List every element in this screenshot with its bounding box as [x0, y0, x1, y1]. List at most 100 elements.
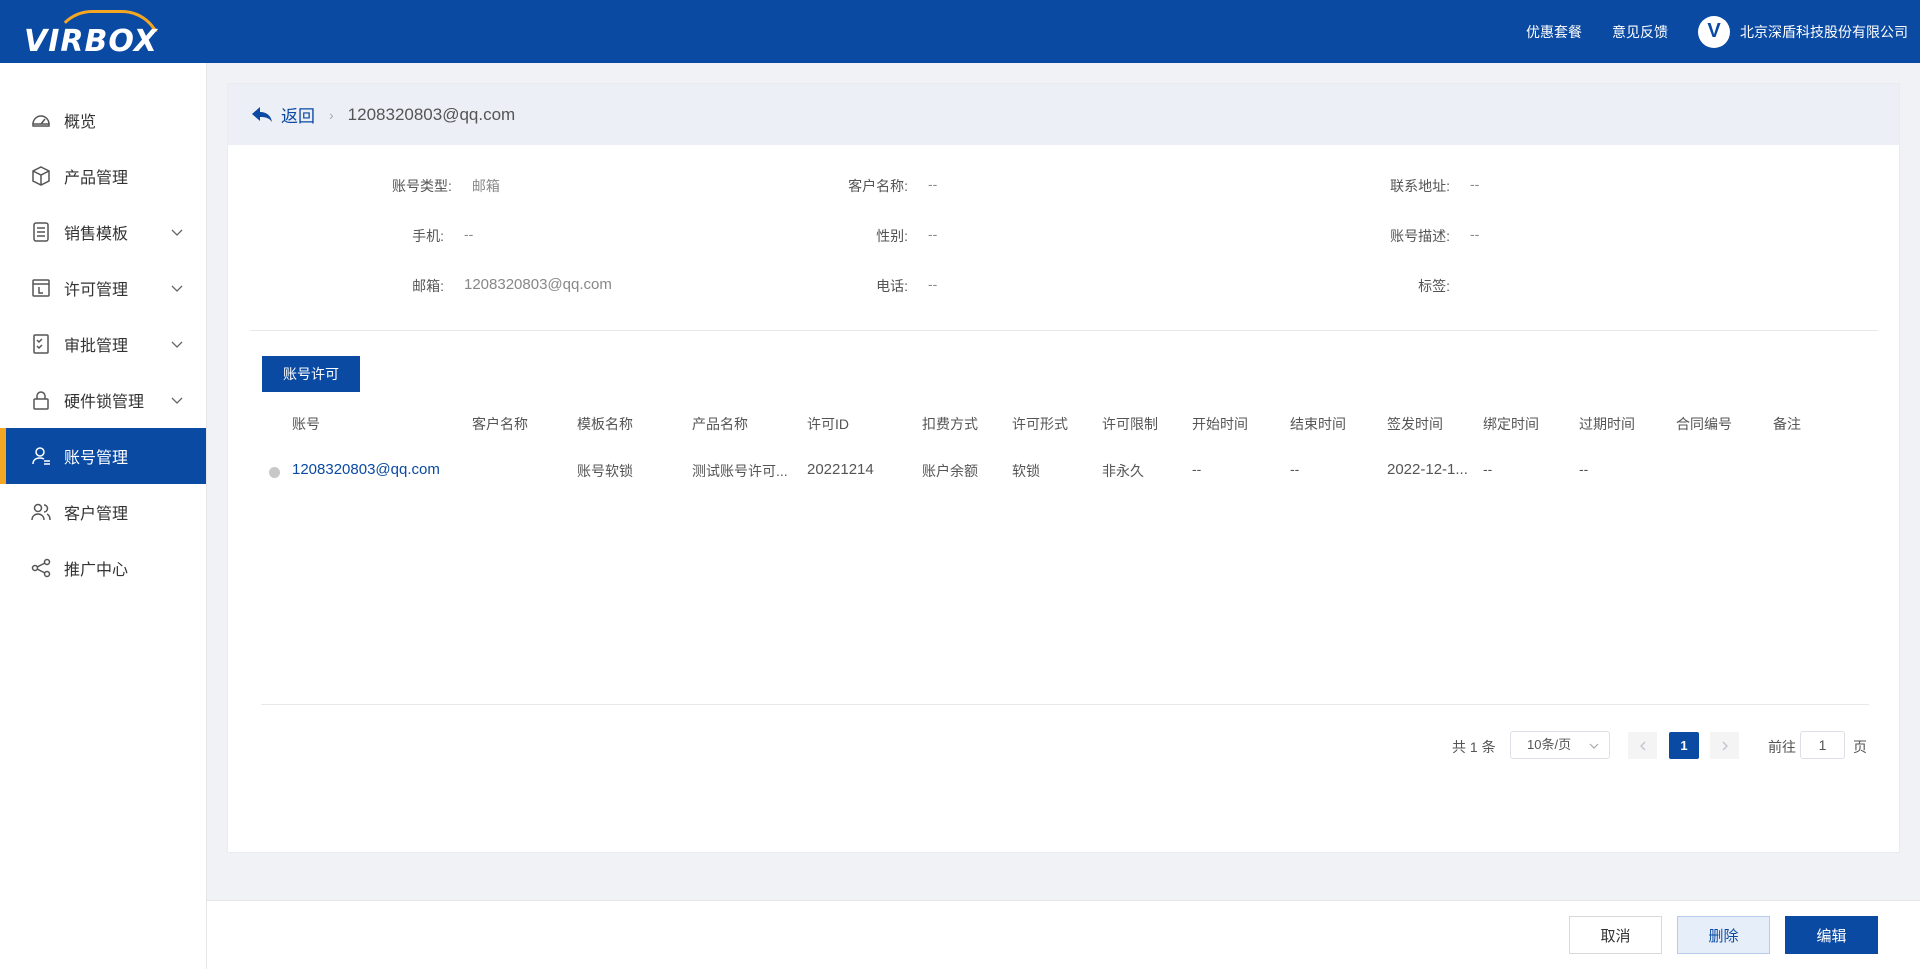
field-label: 账号描述:: [1390, 228, 1450, 244]
total-count: 共 1 条: [1452, 739, 1496, 755]
account-detail-card: 返回 › 1208320803@qq.com 账号类型: 邮箱 客户名称: --…: [227, 83, 1900, 853]
page-size-value: 10条/页: [1527, 737, 1572, 752]
chevron-left-icon: [1639, 741, 1645, 750]
sidebar-item-promotion[interactable]: 推广中心: [0, 540, 206, 596]
table-row[interactable]: 1208320803@qq.com 账号软锁 测试账号许可... 2022121…: [228, 461, 1899, 491]
sidebar-item-products[interactable]: 产品管理: [0, 148, 206, 204]
bottom-action-bar: 取消 删除 编辑: [207, 900, 1920, 969]
field-value: 1208320803@qq.com: [464, 276, 612, 293]
lock-icon: [30, 389, 52, 411]
chevron-down-icon: [171, 229, 183, 236]
template-icon: [30, 221, 52, 243]
sidebar-item-label: 客户管理: [64, 506, 129, 523]
sidebar-item-hardware-locks[interactable]: 硬件锁管理: [0, 372, 206, 428]
next-page-button[interactable]: [1710, 732, 1739, 759]
field-label: 电话:: [876, 278, 908, 294]
cancel-button[interactable]: 取消: [1569, 916, 1662, 954]
table-cell: --: [1192, 461, 1202, 477]
sidebar-item-approvals[interactable]: 审批管理: [0, 316, 206, 372]
table-cell: --: [1290, 461, 1300, 477]
sidebar-item-templates[interactable]: 销售模板: [0, 204, 206, 260]
pagination: 共 1 条 10条/页 1 前往 1 页: [228, 729, 1899, 761]
column-header: 扣费方式: [922, 416, 978, 432]
sidebar-item-label: 许可管理: [64, 282, 129, 299]
breadcrumb-separator: ›: [329, 106, 334, 123]
field-label: 性别:: [876, 228, 908, 244]
mobile-field: 手机: --: [347, 226, 473, 246]
sidebar-item-overview[interactable]: 概览: [0, 92, 206, 148]
account-link[interactable]: 1208320803@qq.com: [292, 461, 440, 478]
field-label: 邮箱:: [412, 278, 444, 294]
table-cell: 账户余额: [922, 463, 978, 479]
page-suffix-label: 页: [1853, 739, 1867, 755]
share-icon: [30, 557, 52, 579]
sidebar-item-label: 推广中心: [64, 562, 129, 579]
page-size-select[interactable]: 10条/页: [1510, 731, 1610, 759]
column-header: 许可ID: [807, 416, 849, 432]
account-info: 账号类型: 邮箱 客户名称: -- 联系地址: -- 手机: -- 性别: --…: [228, 145, 1899, 330]
dashboard-icon: [30, 109, 52, 131]
chevron-down-icon: [171, 341, 183, 348]
table-cell: --: [1579, 461, 1589, 477]
field-value: --: [1470, 226, 1480, 242]
sidebar-item-label: 账号管理: [64, 450, 129, 467]
top-right-nav: 优惠套餐 意见反馈 V 北京深盾科技股份有限公司: [1526, 0, 1908, 63]
sidebar-item-label: 硬件锁管理: [64, 394, 145, 411]
feedback-link[interactable]: 意见反馈: [1612, 22, 1668, 42]
sidebar-item-label: 销售模板: [64, 226, 129, 243]
sidebar-item-accounts[interactable]: 账号管理: [0, 428, 206, 484]
column-header: 模板名称: [577, 416, 633, 432]
sidebar-item-label: 产品管理: [64, 170, 129, 187]
company-name: 北京深盾科技股份有限公司: [1740, 23, 1908, 40]
field-value: --: [1470, 176, 1480, 192]
sidebar-item-label: 审批管理: [64, 338, 129, 355]
field-label: 标签:: [1418, 278, 1450, 294]
breadcrumb: 返回 › 1208320803@qq.com: [228, 84, 1899, 145]
column-header: 备注: [1773, 416, 1801, 432]
table-cell: --: [1483, 461, 1493, 477]
back-arrow-icon: [252, 106, 272, 122]
table-header: 账号 客户名称 模板名称 产品名称 许可ID 扣费方式 许可形式 许可限制 开始…: [228, 414, 1899, 444]
delete-button[interactable]: 删除: [1677, 916, 1770, 954]
company-logo-icon: V: [1698, 15, 1730, 48]
field-value: --: [464, 226, 474, 242]
chevron-down-icon: [1589, 743, 1599, 749]
page-number-button[interactable]: 1: [1669, 732, 1699, 759]
table-footer-divider: [261, 704, 1869, 705]
table-cell: 20221214: [807, 461, 874, 478]
back-label: 返回: [281, 107, 315, 126]
chevron-down-icon: [171, 285, 183, 292]
section-divider: [250, 330, 1878, 331]
edit-button[interactable]: 编辑: [1785, 916, 1878, 954]
top-bar: VIRBOX 优惠套餐 意见反馈 V 北京深盾科技股份有限公司: [0, 0, 1920, 63]
box-icon: [30, 165, 52, 187]
field-value: --: [928, 226, 938, 242]
packages-link[interactable]: 优惠套餐: [1526, 22, 1582, 42]
tab-account-licenses[interactable]: 账号许可: [262, 356, 360, 392]
goto-page-input[interactable]: 1: [1800, 731, 1845, 759]
field-label: 联系地址:: [1390, 178, 1450, 194]
back-button[interactable]: 返回: [251, 102, 315, 127]
sidebar-item-licenses[interactable]: 许可管理: [0, 260, 206, 316]
field-value: --: [928, 276, 938, 292]
tags-field: 标签:: [1353, 276, 1470, 296]
breadcrumb-current: 1208320803@qq.com: [347, 104, 516, 124]
chevron-right-icon: [1722, 741, 1728, 750]
column-header: 客户名称: [472, 416, 528, 432]
column-header: 开始时间: [1192, 416, 1248, 432]
column-header: 账号: [292, 416, 320, 432]
prev-page-button[interactable]: [1628, 732, 1657, 759]
column-header: 绑定时间: [1483, 416, 1539, 432]
license-icon: [30, 277, 52, 299]
sidebar-item-label: 概览: [64, 114, 97, 131]
user-icon: [30, 445, 52, 467]
virbox-logo[interactable]: VIRBOX: [24, 10, 179, 59]
email-field: 邮箱: 1208320803@qq.com: [347, 276, 612, 296]
table-cell: 2022-12-1...: [1387, 461, 1468, 478]
company-menu[interactable]: V 北京深盾科技股份有限公司: [1698, 15, 1908, 48]
column-header: 合同编号: [1676, 416, 1732, 432]
field-value: 邮箱: [471, 178, 500, 194]
sidebar: 概览 产品管理 销售模板 许可管理 审批管理 硬件锁管理 账号管理 客户管理 推…: [0, 63, 207, 969]
account-type-field: 账号类型: 邮箱: [392, 176, 500, 196]
sidebar-item-customers[interactable]: 客户管理: [0, 484, 206, 540]
